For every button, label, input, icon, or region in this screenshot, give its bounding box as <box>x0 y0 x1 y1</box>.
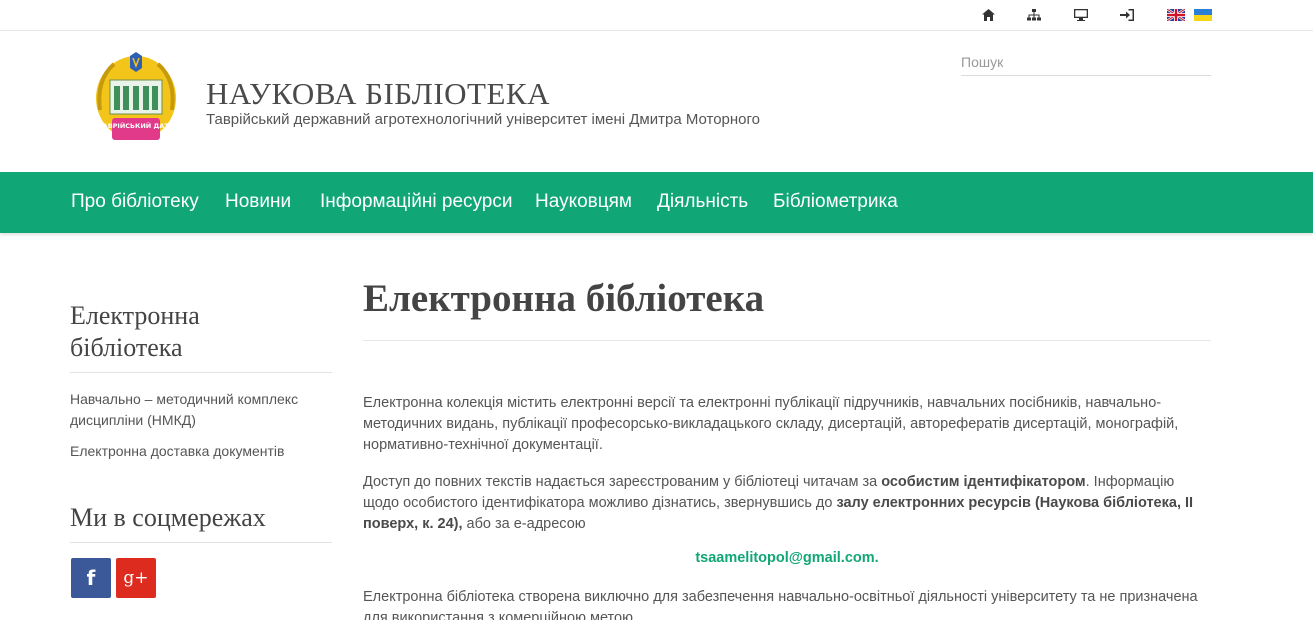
site-title[interactable]: НАУКОВА БІБЛІОТЕКА <box>206 76 550 112</box>
home-icon[interactable] <box>980 7 996 23</box>
access-text-1: Доступ до повних текстів надається зареє… <box>363 474 882 490</box>
nav-item-news[interactable]: Новини <box>225 191 291 213</box>
access-paragraph: Доступ до повних текстів надається зареє… <box>363 472 1203 535</box>
nav-item-about[interactable]: Про бібліотеку <box>71 191 199 213</box>
personal-identifier-text: особистим ідентифікатором <box>881 474 1086 490</box>
sidebar-heading-line2: бібліотека <box>70 333 183 362</box>
nav-item-activity[interactable]: Діяльність <box>657 191 748 213</box>
page-title: Електронна бібліотека <box>363 277 765 320</box>
university-logo[interactable]: ТАВРІЙСЬКИЙ ДАТУ <box>90 50 182 150</box>
access-text-4: або за е-адресою <box>462 516 586 532</box>
intro-paragraph: Електронна колекція містить електронні в… <box>363 395 1179 453</box>
site-subtitle: Таврійський державний агротехнологічний … <box>206 111 760 128</box>
uk-flag-icon[interactable] <box>1166 8 1186 22</box>
logo-text: ТАВРІЙСЬКИЙ ДАТУ <box>98 121 174 130</box>
google-plus-icon: g+ <box>123 568 149 588</box>
search-input[interactable] <box>961 48 1211 76</box>
monitor-icon[interactable] <box>1073 7 1089 23</box>
sidebar-heading-e-library: Електронна бібліотека <box>70 300 200 364</box>
sidebar-divider <box>70 542 332 543</box>
sidebar-link-nmkd[interactable]: Навчально – методичний комплекс дисциплі… <box>70 389 330 431</box>
main-navigation: Про бібліотеку Новини Інформаційні ресур… <box>0 172 1313 233</box>
facebook-button[interactable]: f <box>71 558 111 598</box>
login-icon[interactable] <box>1119 7 1135 23</box>
sidebar-link-document-delivery[interactable]: Електронна доставка документів <box>70 441 330 462</box>
nav-item-scientists[interactable]: Науковцям <box>535 191 632 213</box>
sitemap-icon[interactable] <box>1026 7 1042 23</box>
top-utility-bar <box>0 0 1313 31</box>
sidebar-heading-social: Ми в соцмережах <box>70 503 266 532</box>
nav-item-information-resources[interactable]: Інформаційні ресурси <box>320 191 512 213</box>
contact-email-link[interactable]: tsaamelitopol@gmail.com. <box>363 550 1211 566</box>
title-divider <box>363 340 1211 341</box>
sidebar-heading-line1: Електронна <box>70 301 200 330</box>
disclaimer-paragraph: Електронна бібліотека створена виключно … <box>363 589 1198 620</box>
google-plus-button[interactable]: g+ <box>116 558 156 598</box>
sidebar-divider <box>70 372 332 373</box>
nav-item-bibliometrics[interactable]: Бібліометрика <box>773 191 898 213</box>
ukraine-flag-icon[interactable] <box>1194 8 1212 21</box>
e-resources-hall-text: залу електронних ресурсів <box>836 495 1031 511</box>
facebook-icon: f <box>86 566 96 590</box>
